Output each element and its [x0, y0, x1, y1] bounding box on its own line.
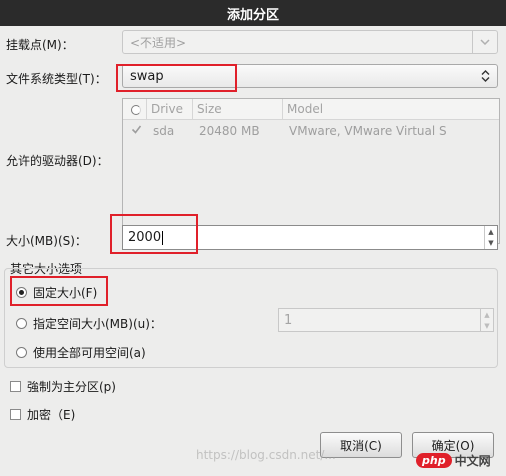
mount-point-combo[interactable]: <不适用> [122, 30, 498, 54]
fs-type-value: swap [130, 68, 164, 84]
up-to-size-value: 1 [284, 312, 293, 328]
drives-list-header: Drive Size Model [123, 99, 499, 120]
drive-checkbox[interactable] [123, 124, 147, 138]
size-spinbox[interactable]: 2000 ▲ ▼ [122, 225, 498, 250]
up-to-spin-buttons: ▲ ▼ [480, 309, 493, 331]
fill-all-label: 使用全部可用空间(a) [33, 346, 146, 360]
size-value-wrap: 2000 [123, 230, 484, 245]
dialog-title: 添加分区 [0, 0, 506, 26]
up-to-size-label: 指定空间大小(MB)(u)： [33, 317, 162, 331]
size-label: 大小(MB)(S)： [6, 234, 87, 248]
drives-list[interactable]: Drive Size Model sda 20480 MB VMware, VM… [122, 98, 500, 244]
updown-arrows-icon [473, 65, 497, 87]
checkmark-icon [131, 125, 142, 134]
column-header-model[interactable]: Model [283, 99, 499, 119]
force-primary-label: 強制为主分区(p) [27, 380, 116, 394]
column-header-size[interactable]: Size [193, 99, 283, 119]
ok-button[interactable]: 确定(O) [412, 432, 494, 458]
text-cursor [162, 230, 164, 245]
drive-size: 20480 MB [199, 124, 260, 138]
radio-unselected-icon[interactable] [16, 347, 27, 358]
fs-type-label: 文件系统类型(T)： [6, 72, 107, 86]
chevron-down-icon [472, 31, 497, 53]
drives-label: 允许的驱动器(D)： [6, 154, 109, 168]
radio-fixed-size[interactable]: 固定大小(F) [16, 284, 97, 301]
checkbox-force-primary[interactable]: 強制为主分区(p) [10, 378, 116, 395]
column-header-drive[interactable]: Drive [147, 99, 193, 119]
radio-up-to-size[interactable]: 指定空间大小(MB)(u)： [16, 315, 162, 332]
drive-model: VMware, VMware Virtual S [289, 124, 447, 138]
fixed-size-label: 固定大小(F) [33, 286, 98, 300]
spin-down-icon[interactable]: ▼ [485, 238, 497, 250]
checkbox-encrypt[interactable]: 加密（E) [10, 406, 75, 423]
radio-fill-all[interactable]: 使用全部可用空间(a) [16, 344, 146, 361]
drive-row[interactable]: sda 20480 MB VMware, VMware Virtual S [123, 120, 499, 142]
size-value: 2000 [128, 230, 162, 245]
cancel-button[interactable]: 取消(C) [320, 432, 402, 458]
mount-point-label: 挂载点(M)： [6, 38, 74, 52]
spin-up-icon[interactable]: ▲ [485, 226, 497, 238]
add-partition-dialog: 挂载点(M)： <不适用> 文件系统类型(T)： swap 允许的驱动器(D)：… [0, 26, 506, 476]
radio-selected-icon[interactable] [16, 287, 27, 298]
checkbox-icon[interactable] [10, 381, 21, 392]
up-to-size-spinbox[interactable]: 1 ▲ ▼ [278, 308, 494, 332]
drive-name: sda [153, 124, 175, 138]
fs-type-combo[interactable]: swap [122, 64, 498, 88]
header-check-cell [123, 99, 147, 119]
encrypt-label: 加密（E) [27, 408, 76, 422]
spin-down-icon[interactable]: ▼ [481, 320, 493, 331]
checkbox-icon[interactable] [10, 409, 21, 420]
mount-point-value: <不适用> [130, 35, 187, 50]
spin-up-icon[interactable]: ▲ [481, 309, 493, 320]
size-spin-buttons: ▲ ▼ [484, 226, 497, 249]
header-select-icon [131, 104, 141, 115]
radio-unselected-icon[interactable] [16, 318, 27, 329]
